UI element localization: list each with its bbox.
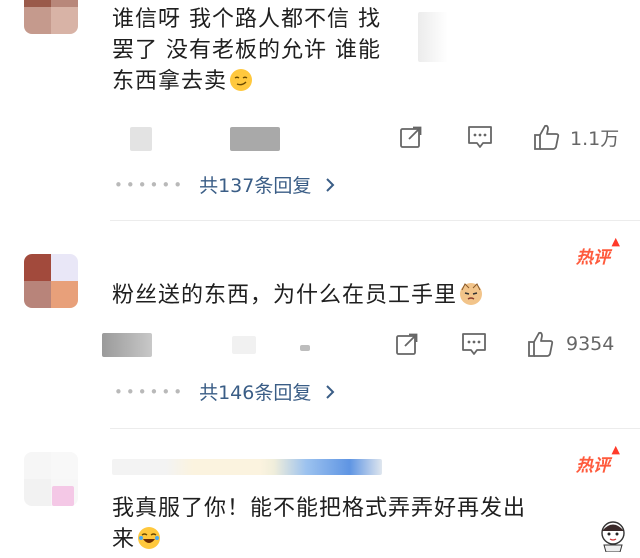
hot-comment-badge: 热评 ▲ [576, 235, 620, 268]
comment-line: 来 [112, 524, 622, 555]
hot-comment-badge: 热评 ▲ [576, 443, 620, 476]
blurred-meta [102, 333, 152, 357]
flame-icon: ▲ [611, 443, 620, 456]
avatar[interactable] [24, 254, 78, 308]
view-replies-link[interactable]: •••••• 共137条回复 [114, 171, 337, 198]
chevron-right-icon [326, 384, 335, 399]
comment-button[interactable] [466, 124, 494, 150]
laugh-cry-emoji [138, 527, 161, 549]
avatar-badge [52, 486, 74, 506]
share-button[interactable] [394, 331, 420, 357]
like-count: 1.1万 [570, 127, 620, 150]
comment-line: 东西拿去卖 [112, 66, 432, 97]
thumbs-up-icon [534, 124, 560, 150]
like-button[interactable]: 1.1万 [532, 122, 619, 152]
smirk-emoji [230, 69, 253, 91]
comment-text: 谁信呀 我个路人都不信 找 罢了 没有老板的允许 谁能 东西拿去卖 [112, 4, 432, 97]
blurred-text [418, 12, 448, 62]
blurred-username [112, 459, 382, 475]
share-icon [396, 333, 418, 355]
blurred-meta [230, 127, 280, 151]
like-count: 9354 [566, 333, 615, 355]
reply-dots: •••••• [114, 382, 186, 401]
comment-text: 粉丝送的东西，为什么在员工手里 [112, 280, 572, 311]
reply-count: 共146条回复 [199, 382, 312, 404]
comment-line: 谁信呀 我个路人都不信 找 [112, 7, 381, 32]
divider [110, 220, 640, 221]
avatar[interactable] [24, 0, 78, 34]
divider [110, 428, 640, 429]
comment-icon [462, 333, 486, 355]
thumbs-up-icon [528, 331, 554, 357]
blurred-meta [300, 345, 310, 351]
cartoon-sticker-icon [596, 518, 630, 553]
view-replies-link[interactable]: •••••• 共146条回复 [114, 378, 337, 405]
blurred-meta [130, 127, 152, 151]
comment-line: 粉丝送的东西，为什么在员工手里 [112, 283, 458, 308]
reply-dots: •••••• [114, 175, 186, 194]
chevron-right-icon [326, 177, 335, 192]
flame-icon: ▲ [611, 235, 620, 248]
share-icon [400, 126, 422, 148]
like-button[interactable]: 9354 [526, 329, 614, 359]
comment-line: 我真服了你！能不能把格式弄弄好再发出 [112, 496, 527, 521]
cat-emoji [460, 283, 483, 305]
comment-icon [468, 126, 492, 148]
comment-button[interactable] [460, 331, 488, 357]
blurred-meta [232, 336, 256, 354]
comment-text: 我真服了你！能不能把格式弄弄好再发出 来 [112, 493, 622, 555]
comment-line: 罢了 没有老板的允许 谁能 [112, 38, 381, 63]
share-button[interactable] [398, 124, 424, 150]
reply-count: 共137条回复 [199, 175, 312, 197]
